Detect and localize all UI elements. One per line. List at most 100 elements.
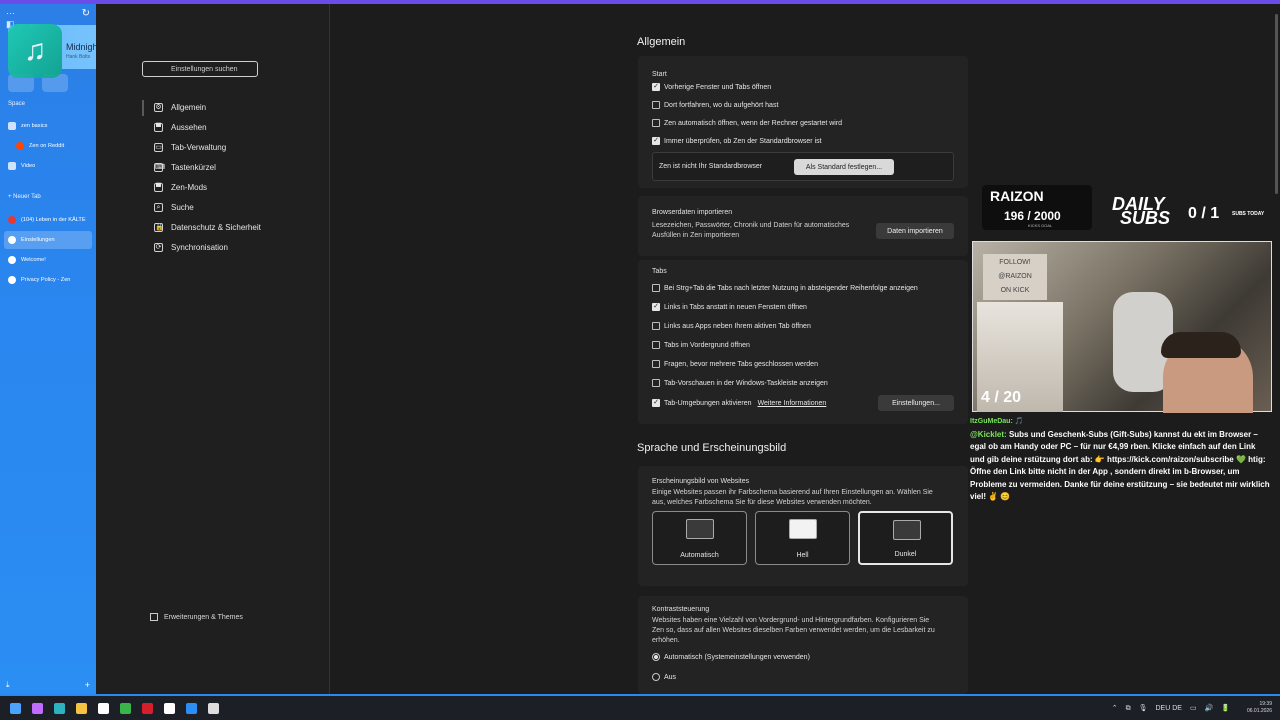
theme-option[interactable]: Dunkel — [858, 511, 953, 565]
checkbox-label: Fragen, bevor mehrere Tabs geschlossen w… — [664, 360, 818, 368]
nav-item-icon: ▀ — [154, 122, 163, 132]
checkbox-label: Bei Strg+Tab die Tabs nach letzter Nutzu… — [664, 284, 918, 292]
settings-search-input[interactable]: Einstellungen suchen — [142, 61, 258, 77]
tabs-section: Tabs Bei Strg+Tab die Tabs nach letzter … — [638, 260, 968, 424]
checkbox-option[interactable]: ✓ Tab-Umgebungen aktivieren Weitere Inform… — [652, 399, 826, 407]
checked-checkbox-icon[interactable]: ✓ — [652, 137, 660, 145]
zen-icon[interactable] — [208, 703, 219, 714]
checked-checkbox-icon[interactable]: ✓ — [652, 303, 660, 311]
tab-zen-on-reddit[interactable]: Zen on Reddit — [12, 137, 100, 155]
set-default-button[interactable]: Als Standard festlegen... — [794, 159, 894, 175]
chevron-up-icon[interactable]: ⌃ — [1112, 705, 1118, 712]
unchecked-checkbox-icon[interactable] — [652, 101, 660, 109]
browser-tab[interactable]: (104) Leben in der KÄLTE — [4, 211, 92, 229]
opera-icon[interactable] — [142, 703, 153, 714]
unchecked-checkbox-icon[interactable] — [652, 119, 660, 127]
radio-icon[interactable] — [652, 673, 660, 681]
nav-item[interactable]: ▭ Tab-Verwaltung — [154, 139, 324, 155]
display-icon[interactable]: ▭ — [1190, 705, 1197, 712]
nav-item-label: Aussehen — [171, 122, 207, 132]
menu-icon[interactable]: ⋯ — [6, 8, 15, 18]
nav-item[interactable]: ⚙ Allgemein — [154, 99, 324, 115]
unchecked-checkbox-icon[interactable] — [652, 379, 660, 387]
folder-zen-basics[interactable]: zen basics — [4, 117, 92, 135]
import-data-button[interactable]: Daten importieren — [876, 223, 954, 239]
theme-preview-icon — [789, 519, 817, 539]
checkbox-option[interactable]: ✓ Immer überprüfen, ob Zen der Standardbr… — [652, 137, 822, 145]
import-desc-line: Lesezeichen, Passwörter, Chronik und Dat… — [652, 222, 850, 229]
media-artist: Hank Bolts — [66, 54, 91, 60]
nav-item[interactable]: 🔒 Datenschutz & Sicherheit — [154, 219, 324, 235]
checkbox-option[interactable]: Links aus Apps neben Ihrem aktiven Tab ö… — [652, 322, 811, 330]
checkbox-option[interactable]: Bei Strg+Tab die Tabs nach letzter Nutzu… — [652, 284, 918, 292]
start-icon[interactable] — [10, 703, 21, 714]
radio-icon[interactable] — [652, 653, 660, 661]
nav-item[interactable]: ⌨ Tastenkürzel — [154, 159, 324, 175]
kick-icon[interactable] — [164, 703, 175, 714]
nav-item-label: Datenschutz & Sicherheit — [171, 222, 261, 232]
scrollbar[interactable] — [1275, 14, 1278, 194]
subs-count: 0 / 1 — [1188, 205, 1220, 222]
store-icon[interactable] — [98, 703, 109, 714]
checked-checkbox-icon[interactable]: ✓ — [652, 83, 660, 91]
battery-icon[interactable]: 🔋 — [1221, 705, 1230, 712]
unchecked-checkbox-icon[interactable] — [652, 360, 660, 368]
default-browser-notice: Zen ist nicht Ihr Standardbrowser — [659, 163, 763, 170]
checkbox-label: Zen automatisch öffnen, wenn der Rechner… — [664, 119, 843, 127]
nav-item[interactable]: ▀ Aussehen — [154, 119, 324, 135]
nav-item[interactable]: ⟳ Synchronisation — [154, 239, 324, 255]
window-icon[interactable]: ⧉ — [1126, 705, 1131, 712]
nav-item[interactable]: ▀ Zen-Mods — [154, 179, 324, 195]
microphone-icon[interactable]: 🎙 — [1139, 705, 1148, 712]
explorer-icon[interactable] — [76, 703, 87, 714]
stream-icon[interactable] — [186, 703, 197, 714]
edge-icon[interactable] — [54, 703, 65, 714]
theme-option[interactable]: Hell — [755, 511, 850, 565]
copilot-icon[interactable] — [32, 703, 43, 714]
unchecked-checkbox-icon[interactable] — [652, 284, 660, 292]
checked-checkbox-icon[interactable]: ✓ — [652, 399, 660, 407]
nav-item-icon: 🔒 — [154, 222, 164, 232]
new-tab-button[interactable]: + Neuer Tab — [8, 194, 41, 200]
chat-username: @Kicklet: — [970, 430, 1007, 439]
contrast-desc-line: Zen so, dass auf allen Websites dieselbe… — [652, 627, 935, 634]
tab-environments-settings-button[interactable]: Einstellungen... — [878, 395, 954, 411]
nav-item-icon: ⌕ — [154, 202, 163, 212]
browser-tab[interactable]: Welcome! — [4, 251, 92, 269]
volume-icon[interactable]: 🔊 — [1205, 705, 1214, 712]
theme-option[interactable]: Automatisch — [652, 511, 747, 565]
nav-item-label: Allgemein — [171, 102, 207, 112]
tabs-title: Tabs — [652, 268, 667, 275]
radio-label: Aus — [664, 673, 677, 681]
folder-video[interactable]: Video — [4, 157, 92, 175]
refresh-icon[interactable]: ↻ — [82, 8, 90, 19]
follow-sign: FOLLOW! @RAIZON ON KICK — [983, 254, 1047, 300]
radio-option[interactable]: Automatisch (Systemeinstellungen verwend… — [652, 653, 810, 661]
language-indicator[interactable]: DEU DE — [1155, 705, 1181, 712]
add-icon[interactable]: + — [85, 680, 90, 690]
checkbox-option[interactable]: Tabs im Vordergrund öffnen — [652, 341, 750, 349]
extensions-themes-link[interactable]: Erweiterungen & Themes — [150, 613, 243, 621]
downloads-icon[interactable]: ⤓ — [6, 680, 10, 690]
nav-item-icon: ▭ — [154, 142, 163, 152]
nav-item[interactable]: ⌕ Suche — [154, 199, 324, 215]
checkbox-option[interactable]: Fragen, bevor mehrere Tabs geschlossen w… — [652, 360, 818, 368]
clock[interactable]: 19:39 06.01.2026 — [1247, 701, 1272, 715]
import-description: Lesezeichen, Passwörter, Chronik und Dat… — [652, 221, 849, 241]
app-green-icon[interactable] — [120, 703, 131, 714]
checkbox-option[interactable]: Tab-Vorschauen in der Windows-Taskleiste… — [652, 379, 828, 387]
nav-item-label: Tab-Verwaltung — [171, 142, 227, 152]
more-info-link[interactable]: Weitere Informationen — [758, 400, 827, 407]
unchecked-checkbox-icon[interactable] — [652, 341, 660, 349]
checkbox-option[interactable]: Dort fortfahren, wo du aufgehört hast — [652, 101, 778, 109]
unchecked-checkbox-icon[interactable] — [652, 322, 660, 330]
reddit-icon — [16, 142, 24, 150]
checkbox-option[interactable]: ✓ Links in Tabs anstatt in neuen Fenstern… — [652, 303, 807, 311]
browser-tab[interactable]: Einstellungen — [4, 231, 92, 249]
checkbox-option[interactable]: ✓ Vorherige Fenster und Tabs öffnen — [652, 83, 771, 91]
browser-tab[interactable]: Privacy Policy - Zen — [4, 271, 92, 289]
checkbox-option[interactable]: Zen automatisch öffnen, wenn der Rechner… — [652, 119, 842, 127]
nav-item-label: Synchronisation — [171, 242, 228, 252]
clock-time: 19:39 — [1259, 701, 1272, 707]
radio-option[interactable]: Aus — [652, 673, 676, 681]
